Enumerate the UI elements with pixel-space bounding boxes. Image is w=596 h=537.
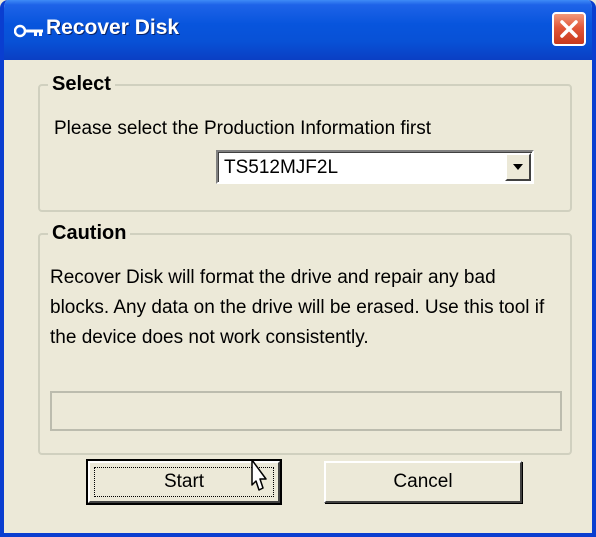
dropdown-selected-value: TS512MJF2L xyxy=(224,157,339,178)
dialog-body: Select Please select the Production Info… xyxy=(4,60,592,533)
key-icon xyxy=(13,24,44,38)
dropdown-arrow-button[interactable] xyxy=(505,153,531,181)
cancel-button[interactable]: Cancel xyxy=(324,461,522,503)
cancel-button-label: Cancel xyxy=(393,471,453,492)
progress-bar xyxy=(50,391,562,431)
mouse-pointer-icon xyxy=(251,459,267,491)
recover-disk-window: Recover Disk Select Please select the Pr… xyxy=(0,0,596,537)
production-info-dropdown[interactable]: TS512MJF2L xyxy=(216,150,534,184)
caution-message: Recover Disk will format the drive and r… xyxy=(50,267,545,348)
select-groupbox: Select Please select the Production Info… xyxy=(38,73,572,212)
chevron-down-icon xyxy=(513,164,523,170)
caution-group-title: Caution xyxy=(48,222,131,245)
select-prompt-label: Please select the Production Information… xyxy=(54,118,432,139)
caution-groupbox: Caution Recover Disk will format the dri… xyxy=(38,222,572,455)
close-button[interactable] xyxy=(552,12,586,46)
window-title: Recover Disk xyxy=(46,16,180,39)
select-group-title: Select xyxy=(48,73,115,96)
title-bar[interactable]: Recover Disk xyxy=(4,0,592,60)
close-icon xyxy=(560,20,578,38)
